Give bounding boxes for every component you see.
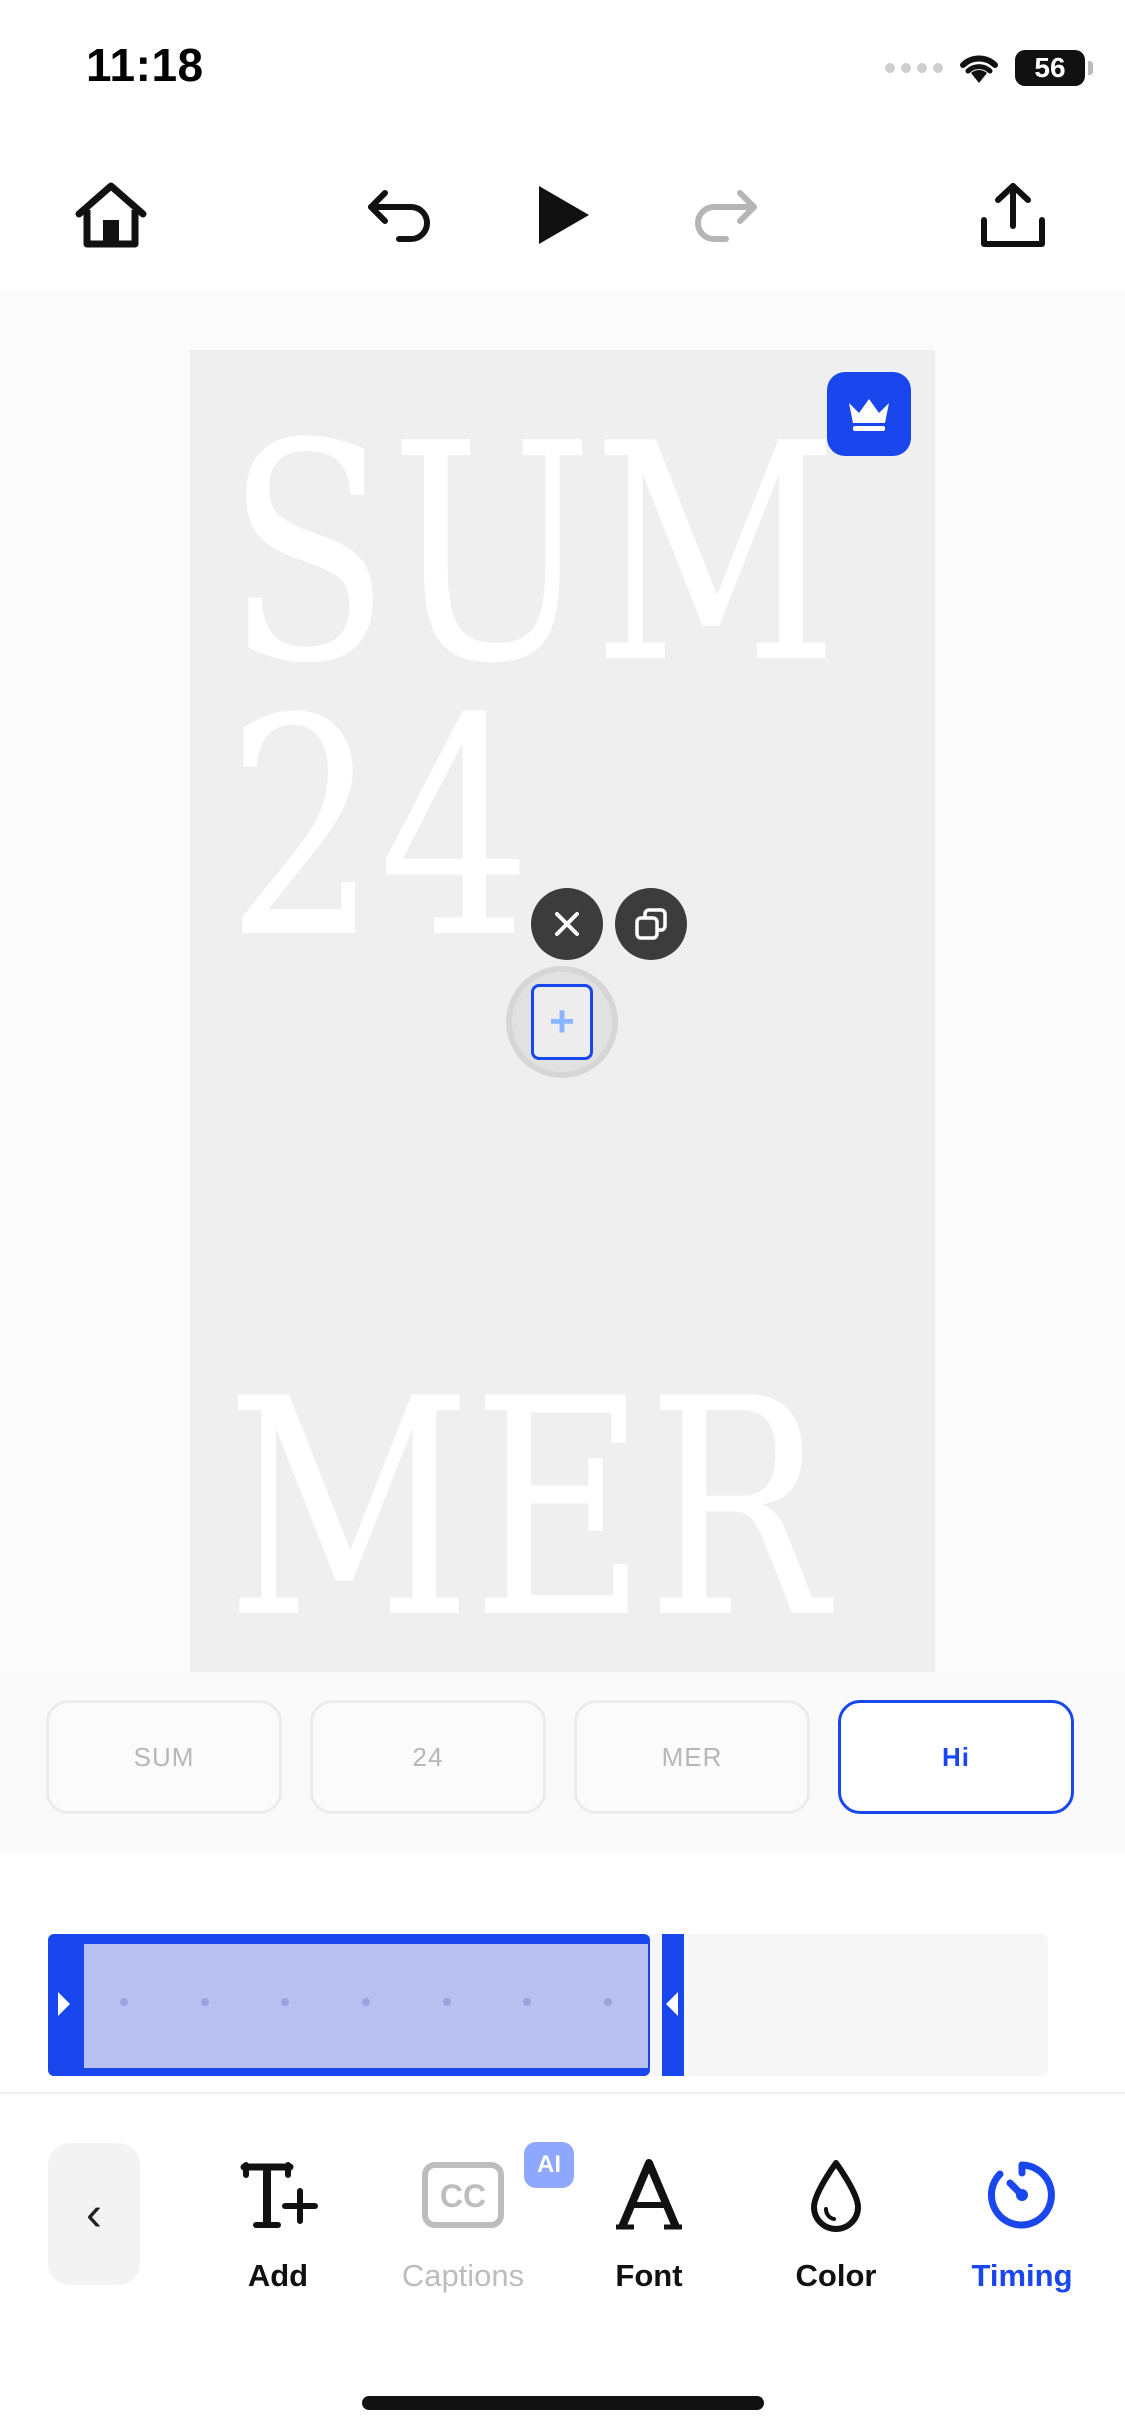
- close-icon: [555, 912, 579, 936]
- selected-text-layer[interactable]: +: [512, 972, 612, 1072]
- tool-add[interactable]: Add: [193, 2150, 363, 2294]
- undo-icon: [368, 190, 430, 242]
- wifi-icon: [960, 55, 998, 83]
- crown-icon: [849, 399, 889, 431]
- canvas-text-24[interactable]: 24: [226, 680, 531, 980]
- home-indicator: [362, 2396, 764, 2410]
- redo-icon: [695, 190, 757, 242]
- tool-captions-label: Captions: [401, 2258, 525, 2293]
- clip-start-handle[interactable]: [56, 1990, 72, 2023]
- tool-timing[interactable]: Timing: [937, 2150, 1107, 2294]
- status-icons: 56: [885, 48, 1093, 88]
- duplicate-layer-button[interactable]: [615, 888, 687, 960]
- back-button[interactable]: ‹: [48, 2143, 140, 2285]
- svg-text:CC: CC: [440, 2178, 486, 2214]
- tool-timing-label: Timing: [971, 2258, 1073, 2293]
- layer-chip-hi[interactable]: Hi: [838, 1700, 1074, 1814]
- premium-badge[interactable]: [827, 372, 911, 456]
- share-upload-icon: [981, 183, 1045, 247]
- move-handle-icon[interactable]: +: [531, 984, 593, 1060]
- canvas-text-mer[interactable]: MER: [226, 1360, 828, 1660]
- tool-color[interactable]: Color: [751, 2150, 921, 2294]
- handle-right-arrow-icon: [58, 1992, 70, 2016]
- battery-icon: 56: [1015, 50, 1093, 86]
- status-time: 11:18: [86, 39, 204, 91]
- duplicate-icon: [635, 908, 667, 940]
- cellular-signal-icon: [885, 63, 943, 73]
- toolbar-divider: [0, 2092, 1125, 2094]
- timing-icon: [977, 2150, 1067, 2240]
- handle-left-arrow-icon: [664, 1990, 680, 2023]
- layer-chip-24[interactable]: 24: [310, 1700, 546, 1814]
- captions-icon: CC AI: [418, 2142, 574, 2240]
- layer-chip-sum[interactable]: SUM: [46, 1700, 282, 1814]
- export-button[interactable]: [968, 170, 1058, 260]
- play-icon: [539, 186, 589, 244]
- timeline-frame-dots: [84, 1998, 648, 2006]
- timeline-clip-body: [84, 1944, 648, 2068]
- tool-font[interactable]: Font: [564, 2150, 734, 2294]
- undo-button[interactable]: [355, 170, 445, 260]
- tool-font-label: Font: [615, 2258, 683, 2293]
- home-button[interactable]: [66, 170, 156, 260]
- redo-button[interactable]: [680, 170, 770, 260]
- layer-chip-mer[interactable]: MER: [574, 1700, 810, 1814]
- tool-add-label: Add: [247, 2258, 309, 2293]
- delete-layer-button[interactable]: [531, 888, 603, 960]
- tool-color-label: Color: [795, 2258, 877, 2293]
- color-drop-icon: [791, 2150, 881, 2240]
- text-add-icon: [233, 2150, 323, 2240]
- home-icon: [75, 182, 147, 248]
- font-icon: [604, 2150, 694, 2240]
- tool-captions[interactable]: CC AI Captions: [378, 2142, 574, 2294]
- play-button[interactable]: [518, 170, 608, 260]
